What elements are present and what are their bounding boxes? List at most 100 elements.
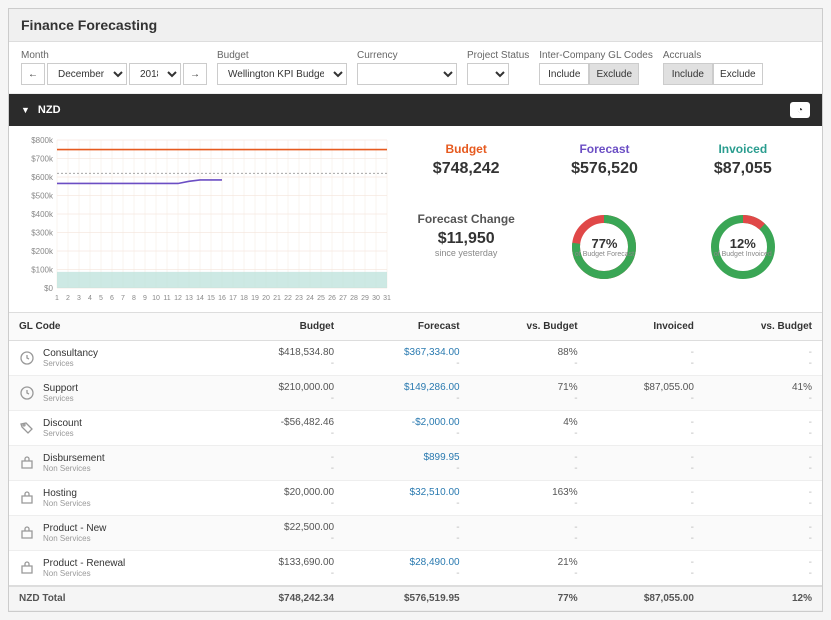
svg-text:17: 17	[229, 295, 237, 302]
svg-text:$800k: $800k	[31, 136, 54, 145]
project-status-group: Project Status	[467, 50, 529, 85]
accruals-label: Accruals	[663, 50, 763, 61]
kpi-ring-invoiced: 12%of Budget Invoiced	[676, 204, 810, 304]
col-4[interactable]: Invoiced	[588, 313, 704, 341]
svg-text:$200k: $200k	[31, 247, 54, 256]
svg-text:14: 14	[196, 295, 204, 302]
svg-text:1: 1	[55, 295, 59, 302]
kpi-invoiced: Invoiced $87,055	[676, 134, 810, 200]
svg-text:$0: $0	[44, 284, 53, 293]
prev-month-button[interactable]: ←	[21, 63, 45, 85]
svg-text:22: 22	[284, 295, 292, 302]
col-3[interactable]: vs. Budget	[470, 313, 588, 341]
kpi-budget: Budget $748,242	[399, 134, 533, 200]
svg-text:28: 28	[350, 295, 358, 302]
svg-text:$700k: $700k	[31, 155, 54, 164]
budget-group: Budget Wellington KPI Budget (1 Of	[217, 50, 347, 85]
budget-select[interactable]: Wellington KPI Budget (1 Of	[217, 63, 347, 85]
bag-icon	[19, 490, 35, 506]
month-label: Month	[21, 50, 207, 61]
currency-section-header[interactable]: ▼ NZD ◔	[9, 94, 822, 126]
svg-text:16: 16	[218, 295, 226, 302]
svg-text:30: 30	[372, 295, 380, 302]
svg-text:26: 26	[328, 295, 336, 302]
total-row: NZD Total$748,242.34$576,519.9577%$87,05…	[9, 586, 822, 611]
col-0[interactable]: GL Code	[9, 313, 219, 341]
app-frame: Finance Forecasting Month ← December 201…	[8, 8, 823, 612]
gl-table: GL CodeBudgetForecastvs. BudgetInvoicedv…	[9, 312, 822, 611]
svg-text:18: 18	[240, 295, 248, 302]
clock-icon	[19, 350, 35, 366]
intercompany-group: Inter-Company GL Codes Include Exclude	[539, 50, 653, 85]
table-row[interactable]: DiscountServices-$56,482.46--$2,000.00-4…	[9, 411, 822, 446]
tag-icon	[19, 420, 35, 436]
kpi-ring-forecast: 77%of Budget Forecast	[537, 204, 671, 304]
svg-text:10: 10	[152, 295, 160, 302]
table-row[interactable]: Product - NewNon Services$22,500.00-----…	[9, 516, 822, 551]
trend-chart: $0 $100k $200k $300k $400k $500k $600k $700k $80…	[21, 134, 391, 304]
table-row[interactable]: HostingNon Services$20,000.00-$32,510.00…	[9, 481, 822, 516]
accruals-exclude-button[interactable]: Exclude	[713, 63, 763, 85]
month-group: Month ← December 2018 →	[21, 50, 207, 85]
table-row[interactable]: ConsultancyServices$418,534.80-$367,334.…	[9, 341, 822, 376]
kpi-forecast-change: Forecast Change $11,950 since yesterday	[399, 204, 533, 304]
svg-text:7: 7	[121, 295, 125, 302]
svg-text:5: 5	[99, 295, 103, 302]
svg-text:9: 9	[143, 295, 147, 302]
bag-icon	[19, 560, 35, 576]
gauge-icon[interactable]: ◔	[790, 102, 810, 118]
svg-text:4: 4	[88, 295, 92, 302]
clock-icon	[19, 385, 35, 401]
col-2[interactable]: Forecast	[344, 313, 470, 341]
svg-text:12: 12	[174, 295, 182, 302]
svg-text:21: 21	[273, 295, 281, 302]
intercompany-exclude-button[interactable]: Exclude	[589, 63, 639, 85]
svg-text:2: 2	[66, 295, 70, 302]
svg-text:11: 11	[163, 295, 170, 302]
svg-text:15: 15	[207, 295, 215, 302]
table-row[interactable]: DisbursementNon Services--$899.95-------	[9, 446, 822, 481]
currency-group: Currency	[357, 50, 457, 85]
svg-text:24: 24	[306, 295, 314, 302]
kpi-grid: Budget $748,242 Forecast $576,520 Invoic…	[399, 134, 810, 304]
bag-icon	[19, 525, 35, 541]
svg-text:$300k: $300k	[31, 229, 54, 238]
col-5[interactable]: vs. Budget	[704, 313, 822, 341]
svg-text:3: 3	[77, 295, 81, 302]
svg-text:6: 6	[110, 295, 114, 302]
svg-text:19: 19	[251, 295, 259, 302]
table-row[interactable]: Product - RenewalNon Services$133,690.00…	[9, 551, 822, 587]
bag-icon	[19, 455, 35, 471]
svg-text:27: 27	[339, 295, 347, 302]
intercompany-label: Inter-Company GL Codes	[539, 50, 653, 61]
stats-row: $0 $100k $200k $300k $400k $500k $600k $700k $80…	[9, 126, 822, 312]
accruals-include-button[interactable]: Include	[663, 63, 713, 85]
kpi-forecast: Forecast $576,520	[537, 134, 671, 200]
col-1[interactable]: Budget	[219, 313, 345, 341]
currency-code: NZD	[38, 104, 61, 116]
page-title: Finance Forecasting	[9, 9, 822, 42]
accruals-group: Accruals Include Exclude	[663, 50, 763, 85]
svg-text:29: 29	[361, 295, 369, 302]
svg-text:$100k: $100k	[31, 266, 54, 275]
project-status-select[interactable]	[467, 63, 509, 85]
svg-text:8: 8	[132, 295, 136, 302]
table-row[interactable]: SupportServices$210,000.00-$149,286.00-7…	[9, 376, 822, 411]
budget-label: Budget	[217, 50, 347, 61]
svg-text:$400k: $400k	[31, 210, 54, 219]
intercompany-include-button[interactable]: Include	[539, 63, 589, 85]
svg-text:25: 25	[317, 295, 325, 302]
year-select[interactable]: 2018	[129, 63, 181, 85]
collapse-icon: ▼	[21, 105, 30, 115]
filter-bar: Month ← December 2018 → Budget Wellingto…	[9, 42, 822, 94]
currency-select[interactable]	[357, 63, 457, 85]
month-select[interactable]: December	[47, 63, 127, 85]
project-status-label: Project Status	[467, 50, 529, 61]
svg-text:13: 13	[185, 295, 193, 302]
svg-text:$600k: $600k	[31, 173, 54, 182]
svg-text:$500k: $500k	[31, 192, 54, 201]
next-month-button[interactable]: →	[183, 63, 207, 85]
currency-label: Currency	[357, 50, 457, 61]
svg-text:31: 31	[383, 295, 391, 302]
svg-text:20: 20	[262, 295, 270, 302]
